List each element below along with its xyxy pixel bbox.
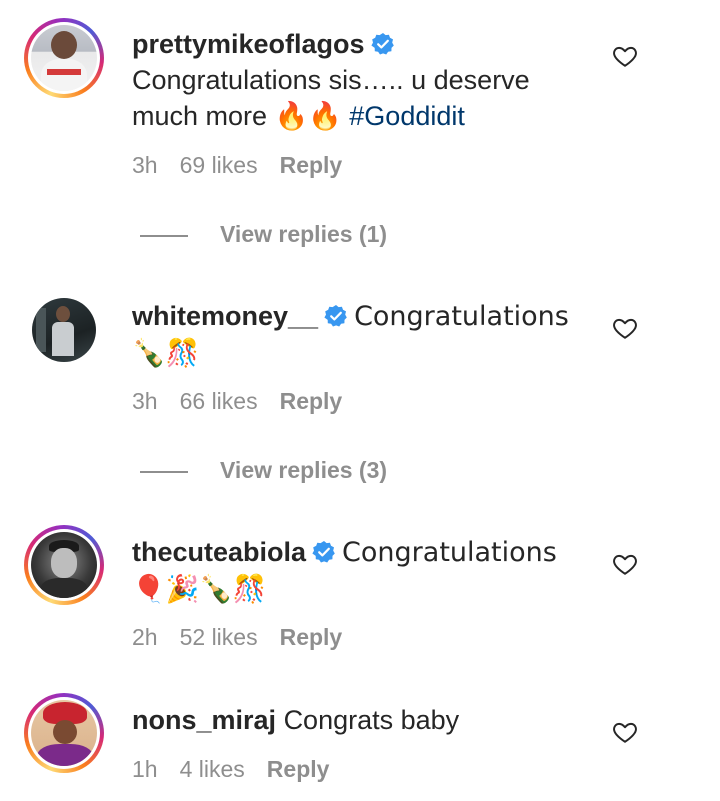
- like-heart-icon[interactable]: [612, 315, 638, 341]
- avatar: [31, 700, 97, 766]
- divider-line: [140, 471, 188, 473]
- avatar-story-ring[interactable]: [24, 693, 104, 773]
- view-replies-label: View replies (3): [220, 457, 388, 483]
- reply-button[interactable]: Reply: [280, 388, 343, 414]
- username[interactable]: prettymikeoflagos: [132, 29, 365, 59]
- comment-meta: 3h 69 likes Reply: [132, 152, 364, 179]
- timestamp: 3h: [132, 388, 158, 414]
- comment-text: whitemoney__ Congratulations 🍾🎊: [132, 298, 592, 372]
- like-heart-icon[interactable]: [612, 43, 638, 69]
- reply-button[interactable]: Reply: [280, 152, 343, 178]
- comment-meta: 1h 4 likes Reply: [132, 756, 351, 783]
- timestamp: 3h: [132, 152, 158, 178]
- like-heart-icon[interactable]: [612, 719, 638, 745]
- username[interactable]: nons_miraj: [132, 705, 276, 735]
- like-count[interactable]: 66 likes: [180, 388, 258, 414]
- avatar: [31, 25, 97, 91]
- username[interactable]: thecuteabiola: [132, 537, 306, 567]
- verified-badge-icon: [312, 541, 335, 563]
- comment-text: prettymikeoflagos Congratulations sis…..…: [132, 26, 592, 134]
- avatar[interactable]: [32, 298, 96, 362]
- comment-meta: 3h 66 likes Reply: [132, 388, 364, 415]
- divider-line: [140, 235, 188, 237]
- avatar-story-ring[interactable]: [24, 18, 104, 98]
- like-heart-icon[interactable]: [612, 551, 638, 577]
- reply-button[interactable]: Reply: [280, 624, 343, 650]
- like-count[interactable]: 4 likes: [180, 756, 245, 782]
- comment-body: Congratulations sis….. u deserve much mo…: [132, 65, 530, 131]
- timestamp: 2h: [132, 624, 158, 650]
- view-replies-label: View replies (1): [220, 221, 388, 247]
- like-count[interactable]: 69 likes: [180, 152, 258, 178]
- verified-badge-icon: [324, 305, 347, 327]
- avatar: [31, 532, 97, 598]
- hashtag-link[interactable]: #Goddidit: [349, 101, 465, 131]
- comment-body: Congrats baby: [283, 705, 460, 735]
- comment-meta: 2h 52 likes Reply: [132, 624, 364, 651]
- reply-button[interactable]: Reply: [267, 756, 330, 782]
- comment-text: thecuteabiola Congratulations 🎈🎉🍾🎊: [132, 534, 592, 608]
- username[interactable]: whitemoney__: [132, 301, 318, 331]
- timestamp: 1h: [132, 756, 158, 782]
- avatar-story-ring[interactable]: [24, 525, 104, 605]
- comment-text: nons_miraj Congrats baby: [132, 702, 592, 738]
- like-count[interactable]: 52 likes: [180, 624, 258, 650]
- verified-badge-icon: [370, 33, 394, 55]
